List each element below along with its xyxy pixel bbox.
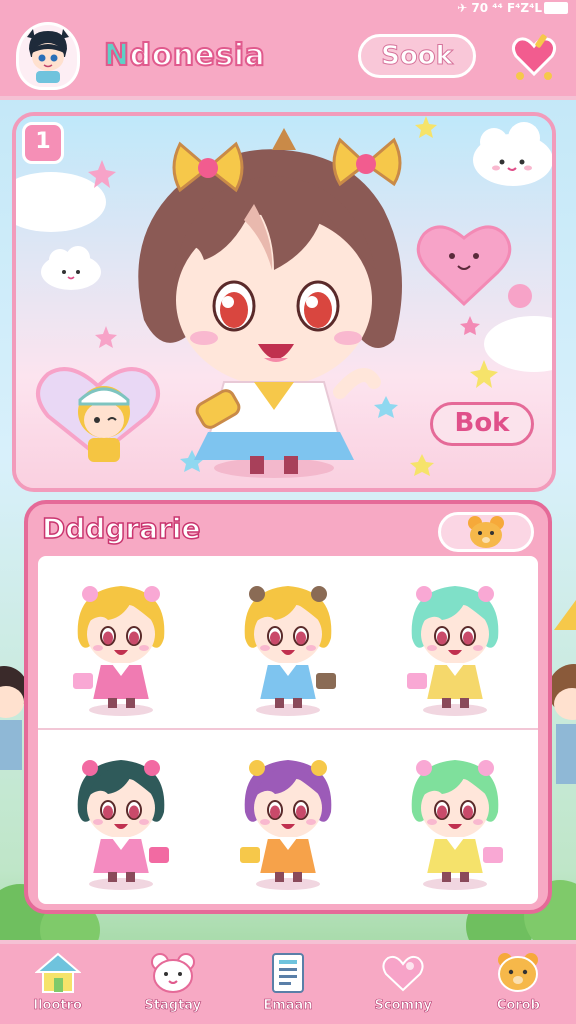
character-card[interactable] [371,730,538,904]
house-icon [33,950,83,996]
heart-icon [511,34,557,80]
nav-item-email[interactable]: Emaan [240,950,336,1013]
character-card[interactable] [371,556,538,730]
boy-avatar-icon [27,29,69,83]
nav-label: Stagtay [144,998,202,1014]
panel-title: Dddgrarie [41,511,201,546]
main-girl-character-icon [138,128,402,478]
chibi-character-icon [404,586,498,716]
bear-badge-button[interactable] [438,512,534,552]
bottom-navigation: Ilootro Stagtay Emaan Scomny Corob [0,940,576,1024]
bear-face-icon [468,516,504,548]
character-card[interactable] [205,730,372,904]
app-title-rest: donesia [129,37,266,74]
side-character-left-icon [0,666,26,770]
chibi-character-icon [411,760,505,890]
heart-menu-button[interactable] [506,28,562,84]
battery-icon [544,2,568,14]
nav-label: Ilootro [33,998,82,1014]
nav-item-corob[interactable]: Corob [470,950,566,1013]
nav-item-community[interactable]: Scomny [355,950,451,1013]
bear-icon [493,950,543,996]
character-card[interactable] [205,556,372,730]
app-header: Ndonesia Sook [0,16,576,100]
nav-label: Emaan [263,998,313,1014]
hero-card[interactable]: 1 Bok [12,112,556,492]
character-panel: Dddgrarie [24,500,552,914]
avatar[interactable] [16,22,80,90]
hero-book-button[interactable]: Bok [430,402,534,446]
status-text: ✈ 70 ⁴⁴ F⁴Z⁴L [457,1,542,15]
side-character-right-icon [548,600,576,784]
search-button[interactable]: Sook [358,34,476,78]
chibi-character-icon [78,760,172,890]
character-card[interactable] [38,730,205,904]
chibi-character-icon [244,586,338,716]
app-title: Ndonesia [103,37,266,74]
nav-item-home[interactable]: Ilootro [10,950,106,1013]
heart-bubble-icon [378,950,428,996]
nav-label: Scomny [374,998,432,1014]
app-title-initial: N [103,37,130,74]
character-grid [38,556,538,904]
nav-item-stay[interactable]: Stagtay [125,950,221,1013]
status-bar: ✈ 70 ⁴⁴ F⁴Z⁴L [0,0,576,16]
chibi-character-icon [237,760,332,890]
document-icon [263,950,313,996]
chibi-character-icon [71,586,165,716]
bear-face-icon [148,950,198,996]
character-card[interactable] [38,556,205,730]
nav-label: Corob [496,998,540,1014]
